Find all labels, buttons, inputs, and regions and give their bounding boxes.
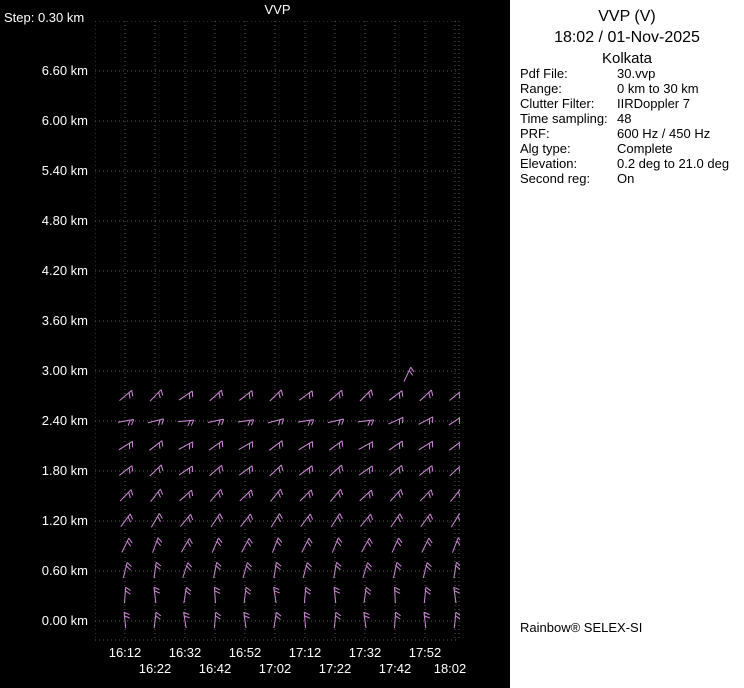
- param-label: Clutter Filter:: [520, 96, 595, 111]
- x-axis-tick-label: 18:02: [433, 661, 467, 676]
- x-axis-tick-label: 17:52: [408, 645, 442, 660]
- param-label: Time sampling:: [520, 111, 608, 126]
- x-axis-tick-label: 16:22: [138, 661, 172, 676]
- product-title: VVP (V): [598, 8, 656, 25]
- x-axis-tick-label: 17:12: [288, 645, 322, 660]
- x-axis-tick-label: 17:02: [258, 661, 292, 676]
- param-value: Complete: [617, 141, 673, 156]
- parameter-list: Pdf File: 30.vvp Range: 0 km to 30 km Cl…: [520, 66, 742, 186]
- param-row-range: Range: 0 km to 30 km: [520, 81, 742, 96]
- product-datetime: 18:02 / 01-Nov-2025: [554, 29, 700, 46]
- x-axis-tick-label: 17:22: [318, 661, 352, 676]
- param-row-alg-type: Alg type: Complete: [520, 141, 742, 156]
- y-axis-tick-label: 6.00 km: [41, 113, 88, 128]
- y-axis-tick-label: 4.20 km: [41, 263, 88, 278]
- param-row-pdf-file: Pdf File: 30.vvp: [520, 66, 742, 81]
- y-axis-tick-label: 6.60 km: [41, 63, 88, 78]
- param-label: Range:: [520, 81, 562, 96]
- x-axis-tick-label: 16:12: [108, 645, 142, 660]
- param-row-prf: PRF: 600 Hz / 450 Hz: [520, 126, 742, 141]
- wind-barb-plot: [95, 21, 460, 641]
- y-axis-tick-label: 1.80 km: [41, 463, 88, 478]
- param-label: Pdf File:: [520, 66, 568, 81]
- x-axis-tick-label: 16:32: [168, 645, 202, 660]
- param-value: 0.2 deg to 21.0 deg: [617, 156, 730, 171]
- y-axis-tick-label: 5.40 km: [41, 163, 88, 178]
- x-axis-tick-label: 17:42: [378, 661, 412, 676]
- param-value: IIRDoppler 7: [617, 96, 690, 111]
- site-name: Kolkata: [601, 50, 653, 67]
- param-value: 48: [617, 111, 632, 126]
- param-label: PRF:: [520, 126, 550, 141]
- y-axis-tick-label: 2.40 km: [41, 413, 88, 428]
- param-label: Elevation:: [520, 156, 578, 171]
- y-axis-tick-label: 0.60 km: [41, 563, 88, 578]
- param-row-elevation: Elevation: 0.2 deg to 21.0 deg: [520, 156, 742, 171]
- vvp-window: VVP Step: 0.30 km 6.60 km 6.00 km 5.40 km 4…: [0, 0, 744, 688]
- param-value: 30.vvp: [617, 66, 656, 81]
- param-row-clutter-filter: Clutter Filter: IIRDoppler 7: [520, 96, 742, 111]
- chart-area: VVP Step: 0.30 km 6.60 km 6.00 km 5.40 km 4…: [0, 0, 510, 688]
- y-axis-tick-label: 1.20 km: [41, 513, 88, 528]
- y-axis-step-label: Step: 0.30 km: [4, 10, 85, 25]
- param-value: 0 km to 30 km: [617, 81, 699, 96]
- param-label: Second reg:: [520, 171, 591, 186]
- param-value: 600 Hz / 450 Hz: [617, 126, 711, 141]
- x-axis-tick-label: 16:42: [198, 661, 232, 676]
- y-axis-tick-label: 3.60 km: [41, 313, 88, 328]
- param-row-time-sampling: Time sampling: 48: [520, 111, 742, 126]
- y-axis-tick-label: 4.80 km: [41, 213, 88, 228]
- param-row-second-reg: Second reg: On: [520, 171, 742, 186]
- x-axis-tick-label: 16:52: [228, 645, 262, 660]
- param-value: On: [617, 171, 635, 186]
- param-label: Alg type:: [520, 141, 571, 156]
- info-panel: VVP (V) 18:02 / 01-Nov-2025 Kolkata Pdf …: [510, 0, 744, 688]
- y-axis-tick-label: 0.00 km: [41, 613, 88, 628]
- chart-title: VVP: [264, 2, 291, 17]
- x-axis-tick-label: 17:32: [348, 645, 382, 660]
- y-axis-tick-label: 3.00 km: [41, 363, 88, 378]
- brand-label: Rainbow® SELEX-SI: [520, 620, 643, 635]
